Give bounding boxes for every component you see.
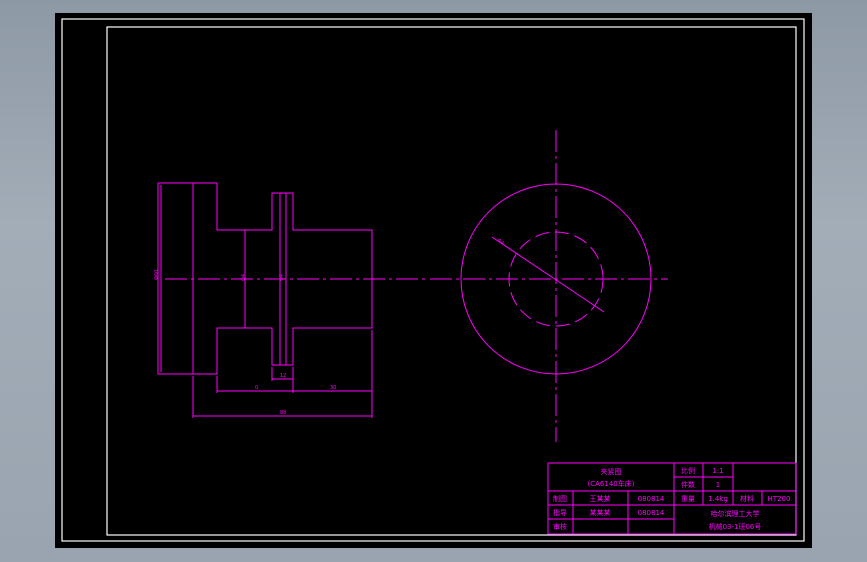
drawing-sheet: Φ60 Φ4 Φ4 0 12 30 88 Φ4 夹紧图 (CA6140车床) 比… bbox=[55, 13, 812, 548]
dim-diameter-left: Φ60 bbox=[154, 270, 160, 280]
dim-bore-a: Φ4 bbox=[241, 274, 247, 281]
tb-part-name: 夹紧图 bbox=[601, 467, 622, 476]
dim-len-c: 30 bbox=[330, 385, 336, 391]
tb-part-sub: (CA6140车床) bbox=[588, 479, 635, 488]
tb-weight-value: 1.4kg bbox=[708, 495, 728, 503]
tb-guide-label: 指导 bbox=[553, 508, 567, 517]
dim-len-b: 12 bbox=[280, 373, 286, 379]
tb-drawn-label: 制图 bbox=[553, 494, 567, 503]
tb-drawn-date: 080814 bbox=[638, 495, 665, 503]
tb-material-label: 材料 bbox=[740, 494, 754, 503]
paper-background bbox=[55, 13, 812, 548]
dim-bore-b: Φ4 bbox=[279, 274, 285, 281]
dim-len-a: 0 bbox=[255, 385, 258, 391]
tb-drawn-name: 王某某 bbox=[590, 495, 611, 503]
tb-qty-value: 1 bbox=[716, 481, 720, 489]
dim-overall: 88 bbox=[280, 410, 286, 416]
tb-scale-label: 比例 bbox=[681, 466, 695, 475]
tb-weight-label: 重量 bbox=[681, 495, 695, 503]
tb-guide-date: 080814 bbox=[638, 509, 665, 517]
tb-qty-label: 件数 bbox=[681, 480, 695, 489]
tb-review-label: 审核 bbox=[553, 522, 567, 531]
tb-school: 哈尔滨理工大学 bbox=[711, 509, 760, 518]
tb-guide-name: 某某某 bbox=[590, 509, 611, 517]
tb-class: 机械03-1班06号 bbox=[709, 522, 762, 531]
tb-scale-value: 1:1 bbox=[712, 467, 723, 475]
tb-material-value: HT200 bbox=[768, 495, 791, 503]
